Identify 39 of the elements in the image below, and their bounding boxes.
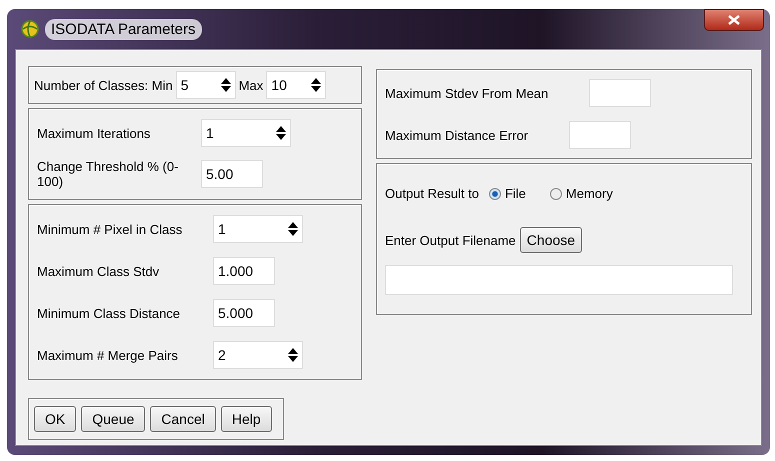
field-label: Change Threshold % (0-100) (37, 159, 180, 189)
window-title: ISODATA Parameters (45, 18, 202, 40)
dialog-button[interactable]: Queue (81, 406, 146, 432)
up-down-arrows-icon (311, 78, 322, 92)
field-label: Output Result to (385, 186, 479, 201)
field-label: Number of Classes: Min (34, 78, 173, 92)
field-label: Max (238, 78, 264, 92)
up-down-arrows-icon (276, 126, 286, 140)
input-field[interactable]: 5.000 (213, 299, 275, 327)
up-down-arrows-icon (288, 348, 298, 362)
field-label: Maximum Class Stdv (37, 264, 160, 278)
dialog-button[interactable]: Help (220, 406, 272, 432)
filename-field[interactable] (385, 265, 733, 295)
field-label: Maximum Iterations (37, 126, 152, 140)
field-label: Maximum # Merge Pairs (37, 348, 179, 362)
input-field[interactable] (589, 79, 651, 107)
input-field[interactable] (569, 121, 631, 149)
radio-option[interactable]: Memory (550, 186, 613, 201)
input-field[interactable]: 5.00 (201, 160, 263, 188)
input-field[interactable]: 1.000 (213, 257, 275, 285)
spinner-field[interactable]: 10 (266, 71, 326, 99)
up-down-arrows-icon (220, 78, 231, 92)
spinner-field[interactable]: 5 (176, 71, 236, 99)
field-label: Maximum Distance Error (385, 128, 530, 142)
spinner-field[interactable]: 1 (201, 119, 291, 147)
up-down-arrows-icon (288, 222, 298, 236)
field-label: Maximum Stdev From Mean (385, 86, 550, 100)
field-label: Enter Output Filename (385, 232, 516, 248)
radio-option[interactable]: File (488, 186, 526, 201)
dialog-button[interactable]: Cancel (150, 406, 216, 432)
close-icon (728, 15, 740, 25)
spinner-field[interactable]: 2 (213, 341, 303, 369)
field-label: Minimum Class Distance (37, 306, 182, 320)
choose-button[interactable]: Choose (520, 227, 582, 253)
field-label: Minimum # Pixel in Class (37, 222, 184, 236)
close-button[interactable] (704, 9, 764, 31)
dialog-button[interactable]: OK (34, 406, 76, 432)
spinner-field[interactable]: 1 (213, 215, 303, 243)
globe-icon (21, 20, 39, 38)
